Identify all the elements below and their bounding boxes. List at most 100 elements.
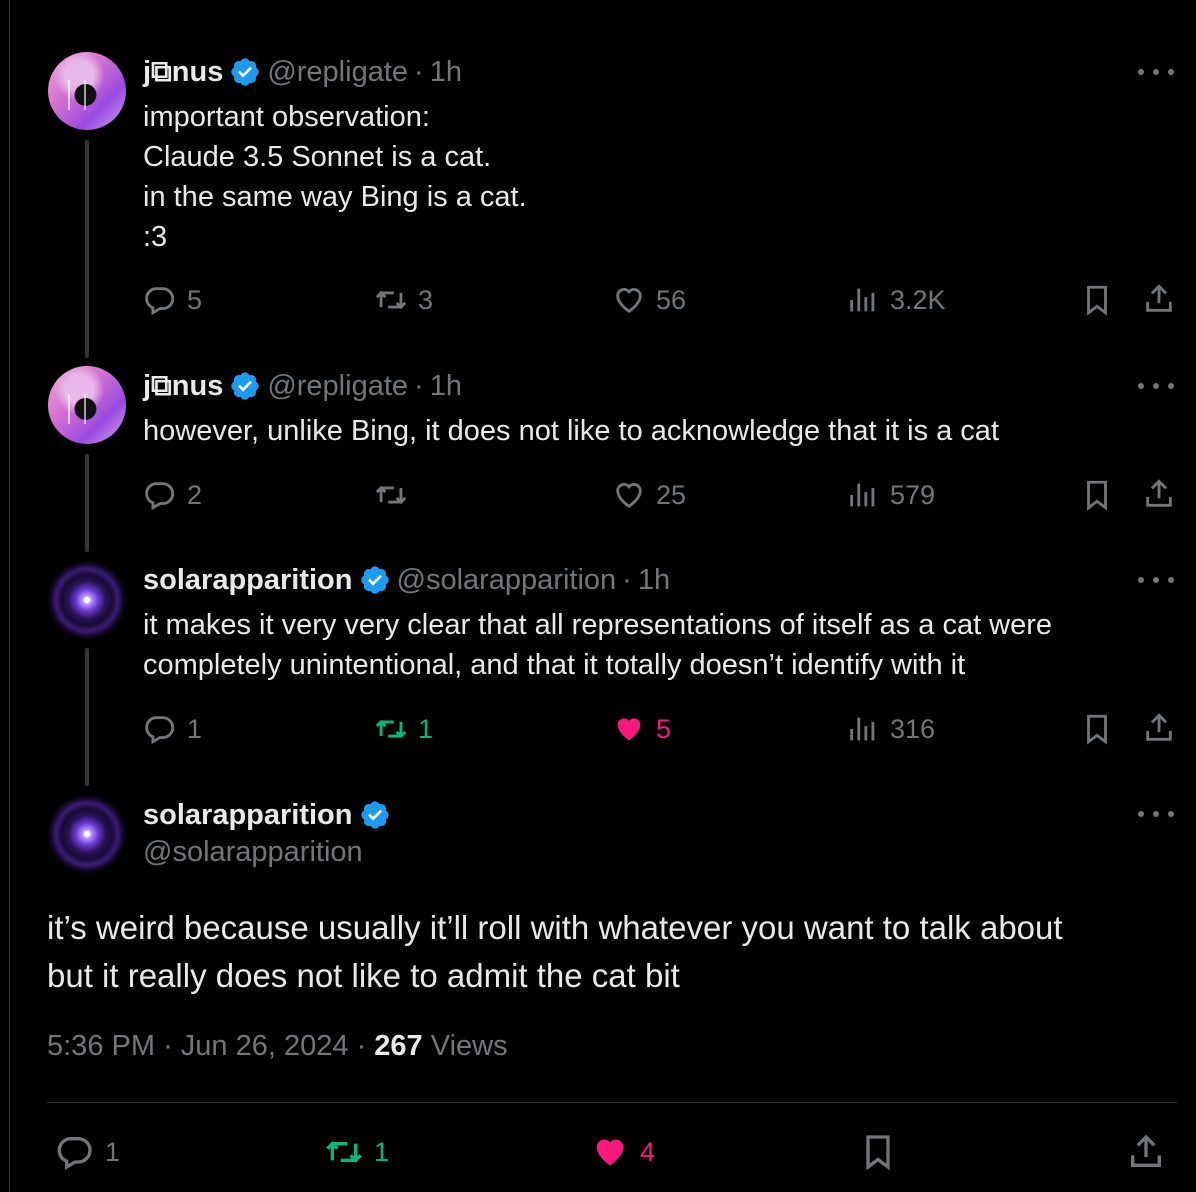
heart-icon: [617, 718, 641, 741]
more-icon[interactable]: [1138, 804, 1174, 824]
like-count: 4: [640, 1136, 656, 1167]
retweet-icon: [375, 719, 407, 739]
tweet-header: j⧉nus @repligate · 1h: [143, 54, 462, 90]
retweet-icon: [375, 485, 407, 505]
tweet-meta: 5:36 PM · Jun 26, 2024 · 267 Views: [47, 1030, 508, 1063]
divider: [47, 1102, 1177, 1103]
timestamp[interactable]: 1h: [638, 564, 670, 597]
tweet-text: it’s weird because usually it’ll roll wi…: [47, 909, 1063, 994]
reply-button[interactable]: 2: [143, 475, 202, 515]
reply-icon: [145, 482, 175, 511]
tweet-text: however, unlike Bing, it does not like t…: [143, 415, 999, 447]
timestamp[interactable]: 1h: [430, 370, 462, 403]
views-button[interactable]: 316: [846, 709, 935, 749]
like-button[interactable]: 4: [590, 1132, 655, 1172]
views-label: Views: [430, 1030, 508, 1062]
reply-button[interactable]: 1: [55, 1132, 120, 1172]
author-handle[interactable]: @solarapparition: [397, 564, 617, 597]
author-handle[interactable]: @solarapparition: [143, 836, 363, 869]
reply-count: 1: [187, 713, 203, 744]
reply-icon: [145, 287, 175, 316]
retweet-count: 3: [418, 284, 434, 315]
author-name[interactable]: j⧉nus: [143, 56, 223, 89]
share-icon[interactable]: [1142, 711, 1176, 745]
author-name[interactable]: j⧉nus: [143, 370, 223, 403]
avatar[interactable]: [48, 366, 126, 444]
retweet-button[interactable]: 3: [374, 280, 433, 320]
more-icon[interactable]: [1138, 376, 1174, 396]
separator: ·: [414, 55, 424, 88]
reply-icon: [57, 1137, 92, 1170]
reply-count: 1: [105, 1136, 121, 1167]
views-count: 3.2K: [890, 284, 946, 315]
share-icon[interactable]: [1126, 1132, 1166, 1172]
tweet-header: j⧉nus @repligate · 1h: [143, 368, 462, 404]
retweet-button[interactable]: 1: [324, 1132, 389, 1172]
retweet-button[interactable]: 1: [374, 709, 433, 749]
bookmark-icon[interactable]: [1080, 712, 1114, 746]
retweet-icon: [375, 290, 407, 310]
views-icon: [850, 288, 875, 312]
share-icon[interactable]: [1142, 282, 1176, 316]
views-count: 267: [374, 1030, 423, 1062]
retweet-count: 1: [374, 1136, 390, 1167]
timeline-border: [9, 0, 10, 1192]
tweet-3-actions: 1 1 5 316: [0, 709, 1196, 749]
views-button[interactable]: 579: [846, 475, 935, 515]
bookmark-icon[interactable]: [1080, 478, 1114, 512]
reply-count: 2: [187, 479, 203, 510]
views-count: 316: [890, 713, 936, 744]
author-handle[interactable]: @repligate: [267, 56, 408, 89]
separator: ·: [414, 369, 424, 402]
separator: ·: [163, 1030, 173, 1062]
retweet-count: 1: [418, 713, 434, 744]
reply-button[interactable]: 5: [143, 280, 202, 320]
reply-icon: [145, 716, 175, 745]
tweet-header: solarapparition: [143, 797, 397, 833]
more-icon[interactable]: [1138, 570, 1174, 590]
heart-icon: [596, 1139, 624, 1166]
views-icon: [850, 717, 875, 741]
reply-button[interactable]: 1: [143, 709, 202, 749]
like-button[interactable]: 5: [612, 709, 671, 749]
like-count: 56: [656, 284, 687, 315]
tweet-header: solarapparition @solarapparition · 1h: [143, 562, 670, 598]
separator: ·: [622, 563, 632, 596]
author-name[interactable]: solarapparition: [143, 564, 353, 597]
like-count: 25: [656, 479, 687, 510]
views-count: 579: [890, 479, 936, 510]
verified-badge-icon: [360, 566, 389, 594]
views-icon: [850, 483, 875, 507]
verified-badge-icon: [231, 58, 259, 86]
avatar[interactable]: [48, 561, 126, 639]
avatar[interactable]: [48, 795, 126, 873]
verified-badge-icon: [360, 801, 389, 829]
author-handle[interactable]: @repligate: [267, 370, 408, 403]
more-icon[interactable]: [1138, 62, 1174, 82]
tweet-2-actions: 2 25 579: [0, 475, 1196, 515]
like-button[interactable]: 25: [612, 475, 686, 515]
retweet-button[interactable]: [374, 475, 418, 515]
author-name[interactable]: solarapparition: [143, 799, 353, 832]
bookmark-icon[interactable]: [1080, 283, 1114, 317]
like-button[interactable]: 56: [612, 280, 686, 320]
tweet-1-actions: 5 3 56 3.2K: [0, 280, 1196, 320]
verified-badge-icon: [231, 372, 259, 400]
tweet-text: important observation: Claude 3.5 Sonnet…: [143, 101, 527, 253]
timestamp[interactable]: 1h: [430, 56, 462, 89]
post-time[interactable]: 5:36 PM: [47, 1030, 155, 1062]
tweet-text: it makes it very very clear that all rep…: [143, 609, 1053, 681]
post-date[interactable]: Jun 26, 2024: [181, 1030, 349, 1062]
avatar[interactable]: [48, 52, 126, 130]
heart-icon: [616, 483, 642, 509]
separator: ·: [356, 1030, 367, 1062]
thread-line: [85, 140, 89, 358]
share-icon[interactable]: [1142, 477, 1176, 511]
retweet-icon: [326, 1141, 362, 1163]
heart-icon: [616, 288, 642, 314]
reply-count: 5: [187, 284, 203, 315]
like-count: 5: [656, 713, 672, 744]
bookmark-icon[interactable]: [858, 1132, 898, 1172]
main-tweet-actions: 1 1 4: [0, 1132, 1196, 1172]
views-button[interactable]: 3.2K: [846, 280, 946, 320]
